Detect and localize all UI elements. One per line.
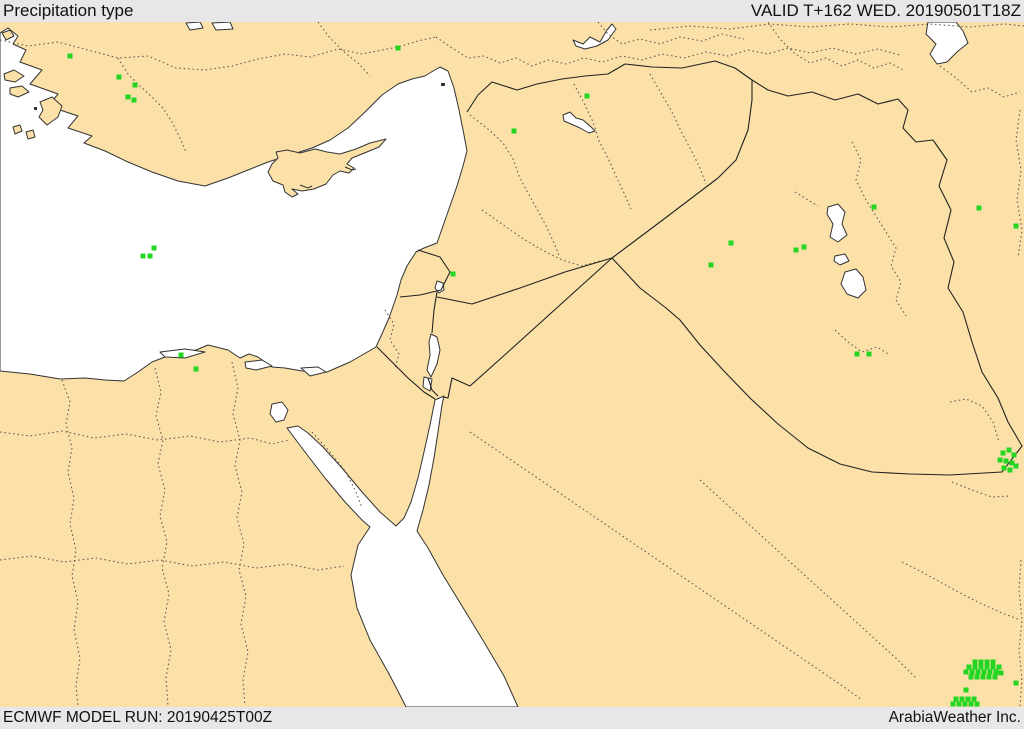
precip-dot [1013, 223, 1019, 229]
precip-dot [584, 93, 590, 99]
precip-dot [984, 659, 990, 665]
precip-dot [1013, 463, 1019, 469]
precip-dot [998, 670, 1004, 676]
precip-dot [178, 352, 184, 358]
precip-dot [965, 696, 971, 702]
precip-dot [67, 53, 73, 59]
precip-dot [974, 674, 980, 680]
precip-dot [147, 253, 153, 259]
precip-dot [976, 205, 982, 211]
precip-dot [987, 669, 993, 675]
precip-dot [1006, 447, 1012, 453]
precip-dot [962, 701, 968, 707]
precip-dot [1001, 465, 1007, 471]
precip-dot [978, 664, 984, 670]
precip-dot [131, 97, 137, 103]
turkish-lake-2 [211, 22, 234, 31]
precip-dot [984, 664, 990, 670]
footer-bar: ECMWF MODEL RUN: 20190425T00Z ArabiaWeat… [0, 707, 1024, 729]
precip-dot [1003, 458, 1009, 464]
precip-dot [975, 669, 981, 675]
precip-dot [140, 253, 146, 259]
precip-dot [1011, 452, 1017, 458]
precip-dot [986, 674, 992, 680]
precip-dot [992, 674, 998, 680]
precip-dot [511, 128, 517, 134]
precip-dot [972, 664, 978, 670]
precip-dot [972, 659, 978, 665]
precip-dot [953, 696, 959, 702]
precip-dot [990, 664, 996, 670]
precip-dot [125, 94, 131, 100]
precip-dot [132, 82, 138, 88]
precip-dot [871, 204, 877, 210]
precip-dot [1013, 680, 1019, 686]
brand-credit: ArabiaWeather Inc. [888, 709, 1021, 726]
precip-dot [450, 271, 456, 277]
land-layer [0, 22, 1024, 707]
aegean-island-4 [25, 129, 36, 140]
precip-dot [956, 701, 962, 707]
valid-time-label: VALID T+162 WED. 20190501T18Z [750, 1, 1021, 20]
precip-dot [1000, 450, 1006, 456]
precip-dot [990, 659, 996, 665]
precip-dot [993, 669, 999, 675]
precip-dot [151, 245, 157, 251]
precip-dot [981, 669, 987, 675]
precip-dot [997, 457, 1003, 463]
precip-dot [950, 701, 956, 707]
precip-dot [193, 366, 199, 372]
map-title: Precipitation type [3, 1, 134, 20]
precip-dot [1007, 467, 1013, 473]
precip-dot [728, 240, 734, 246]
precip-dot [116, 74, 122, 80]
precip-dot [866, 351, 872, 357]
precip-dot [969, 669, 975, 675]
precip-dot [966, 664, 972, 670]
precip-dot [980, 674, 986, 680]
map-canvas [0, 22, 1024, 707]
weather-map [0, 22, 1024, 707]
precip-dot [801, 244, 807, 250]
precip-dot [971, 696, 977, 702]
precip-dot [963, 669, 969, 675]
precip-dot [996, 664, 1002, 670]
precip-dot [974, 701, 980, 707]
precip-dot [963, 687, 969, 693]
precip-dot [854, 351, 860, 357]
precip-dot [978, 659, 984, 665]
model-run-label: ECMWF MODEL RUN: 20190425T00Z [3, 709, 273, 726]
precip-dot [968, 674, 974, 680]
precip-dot [968, 701, 974, 707]
precip-dot [959, 696, 965, 702]
precip-dot [793, 247, 799, 253]
header-bar: Precipitation type VALID T+162 WED. 2019… [0, 0, 1024, 22]
precip-dot [395, 45, 401, 51]
precip-dot [708, 262, 714, 268]
